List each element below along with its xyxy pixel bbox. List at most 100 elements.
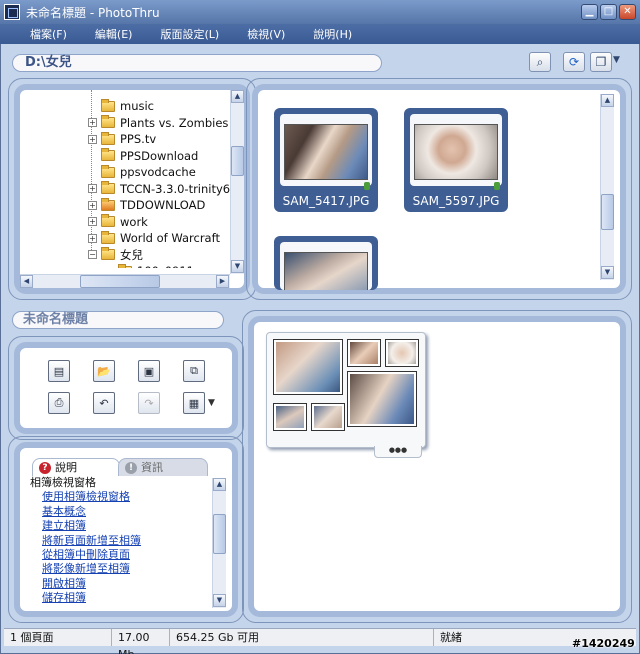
help-link[interactable]: 基本概念 <box>30 505 210 519</box>
view-mode-dropdown-icon[interactable]: ▼ <box>613 55 620 65</box>
refresh-icon: ⟳ <box>568 55 580 69</box>
help-link[interactable]: 將新頁面新增至相簿 <box>30 534 210 548</box>
album-photo[interactable] <box>311 403 345 431</box>
expand-icon[interactable]: + <box>88 184 97 193</box>
scroll-down-icon[interactable]: ▼ <box>231 260 244 273</box>
photo-image <box>314 406 342 428</box>
scroll-thumb[interactable] <box>231 146 244 176</box>
photo-image <box>284 124 368 180</box>
title-bar[interactable]: 未命名標題 - PhotoThru ▁ □ ✕ <box>0 0 640 24</box>
folder-icon <box>101 115 115 128</box>
expand-icon[interactable]: + <box>88 217 97 226</box>
collapse-icon[interactable]: − <box>88 250 97 259</box>
photo-image <box>350 342 378 364</box>
menu-layout[interactable]: 版面設定(L) <box>146 26 233 42</box>
expand-icon[interactable]: + <box>88 200 97 210</box>
help-link[interactable]: 開啟相簿 <box>30 577 210 591</box>
help-link[interactable]: 從相簿中刪除頁面 <box>30 548 210 562</box>
help-link[interactable]: 建立相簿 <box>30 519 210 533</box>
tree-item-pps-tv[interactable]: + PPS.tv <box>88 131 156 147</box>
preview-button[interactable]: ⌕ <box>529 52 551 72</box>
copy-page-button[interactable]: ⧉ <box>183 360 205 382</box>
menu-help[interactable]: 說明(H) <box>299 26 366 42</box>
album-preview-panel: ●●● <box>248 316 626 617</box>
scroll-left-icon[interactable]: ◀ <box>20 275 33 288</box>
thumbnail-scrollbar[interactable]: ▲ ▼ <box>600 94 614 280</box>
album-title[interactable]: 未命名標題 <box>12 311 224 329</box>
tree-vertical-scrollbar[interactable]: ▲ ▼ <box>230 90 244 274</box>
album-photo[interactable] <box>347 339 381 367</box>
tree-item-tddownload[interactable]: + TDDOWNLOAD <box>88 197 205 213</box>
tree-item-daughter[interactable]: − 女兒 <box>88 247 143 263</box>
copy-icon: ⧉ <box>190 364 198 377</box>
thumbnail-sam-5597[interactable]: SAM_5597.JPG <box>404 108 508 212</box>
folder-icon <box>101 148 115 161</box>
tree-item-ppsdownload[interactable]: PPSDownload <box>88 148 198 164</box>
photo-image <box>284 252 368 290</box>
thumbnail-third[interactable] <box>274 236 378 290</box>
windows-icon: ❐ <box>595 55 607 69</box>
close-button[interactable]: ✕ <box>619 4 636 20</box>
scroll-up-icon[interactable]: ▲ <box>213 478 226 491</box>
tree-item-music[interactable]: music <box>88 98 154 114</box>
refresh-button[interactable]: ⟳ <box>563 52 585 72</box>
menu-edit[interactable]: 編輯(E) <box>81 26 147 42</box>
album-photo[interactable] <box>273 403 307 431</box>
help-link[interactable]: 儲存相簿 <box>30 591 210 605</box>
scroll-thumb[interactable] <box>213 514 226 554</box>
folder-icon <box>101 98 115 112</box>
expand-icon[interactable]: + <box>88 134 97 144</box>
page-tab-icon[interactable]: ●●● <box>374 446 422 458</box>
tree-item-ppsvodcache[interactable]: ppsvodcache <box>88 164 196 180</box>
tab-help[interactable]: ? 說明 <box>32 458 120 476</box>
album-photo[interactable] <box>347 371 417 427</box>
menu-bar: 檔案(F) 編輯(E) 版面設定(L) 檢視(V) 說明(H) <box>0 24 640 44</box>
scroll-down-icon[interactable]: ▼ <box>601 266 614 279</box>
tree-horizontal-scrollbar[interactable]: ◀ ▶ <box>20 274 230 288</box>
view-mode-button[interactable]: ❐ <box>590 52 612 72</box>
tree-item-100-0911[interactable]: 100_0911 <box>118 263 194 268</box>
expand-icon[interactable]: + <box>88 233 97 243</box>
layout-button[interactable]: ▦ <box>183 392 205 414</box>
help-panel: ? 說明 ! 資訊 相簿檢視窗格 使用相簿檢視窗格 基本概念 建立相簿 將新頁面… <box>14 442 238 617</box>
undo-button[interactable]: ↶ <box>93 392 115 414</box>
menu-file[interactable]: 檔案(F) <box>0 26 81 42</box>
new-album-button[interactable]: ▤ <box>48 360 70 382</box>
magnifier-icon: ⌕ <box>536 54 544 69</box>
scroll-thumb[interactable] <box>601 194 614 230</box>
menu-view[interactable]: 檢視(V) <box>233 26 299 42</box>
help-link[interactable]: 將影像新增至相簿 <box>30 562 210 576</box>
status-page-count: 1 個頁面 <box>4 629 112 646</box>
printer-icon: ⎙ <box>54 396 64 409</box>
maximize-button[interactable]: □ <box>600 4 617 20</box>
scroll-right-icon[interactable]: ▶ <box>216 275 229 288</box>
save-album-button[interactable]: ▣ <box>138 360 160 382</box>
tab-info[interactable]: ! 資訊 <box>118 458 208 476</box>
print-button[interactable]: ⎙ <box>48 392 70 414</box>
tree-item-world-of-warcraft[interactable]: + World of Warcraft <box>88 230 220 246</box>
minimize-button[interactable]: ▁ <box>581 4 598 20</box>
folder-icon <box>101 181 115 194</box>
redo-button[interactable]: ↷ <box>138 392 160 414</box>
album-photo[interactable] <box>385 339 419 367</box>
app-logo-icon <box>4 4 20 20</box>
expand-icon[interactable]: + <box>88 118 97 127</box>
help-link[interactable]: 使用相簿檢視窗格 <box>30 490 210 504</box>
scroll-up-icon[interactable]: ▲ <box>601 94 614 107</box>
scroll-down-icon[interactable]: ▼ <box>213 594 226 607</box>
scroll-thumb[interactable] <box>80 275 160 288</box>
thumbnail-sam-5417[interactable]: SAM_5417.JPG <box>274 108 378 212</box>
open-album-button[interactable]: 📂 <box>93 360 115 382</box>
tree-item-work[interactable]: + work <box>88 214 148 230</box>
tree-item-tccn[interactable]: + TCCN-3.3.0-trinity6680 <box>88 181 232 197</box>
help-scrollbar[interactable]: ▲ ▼ <box>212 478 226 608</box>
layout-dropdown-icon[interactable]: ▼ <box>208 398 215 408</box>
album-page[interactable] <box>266 332 426 448</box>
album-photo[interactable] <box>273 339 343 395</box>
album-actions-panel: ▤ 📂 ▣ ⧉ ⎙ ↶ ↷ ▦ ▼ <box>14 342 238 434</box>
scroll-up-icon[interactable]: ▲ <box>231 90 244 103</box>
path-display: D:\女兒 <box>12 54 382 72</box>
tree-item-label: music <box>120 99 155 113</box>
tree-item-plants-vs-zombies[interactable]: + Plants vs. Zombies <box>88 115 228 131</box>
tree-item-label: ppsvodcache <box>120 165 196 179</box>
